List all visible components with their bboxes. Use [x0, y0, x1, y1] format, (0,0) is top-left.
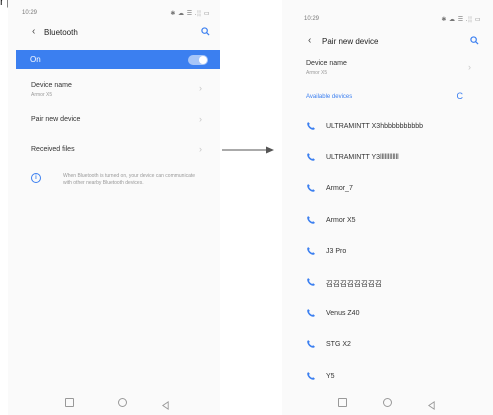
received-files-label: Received files [31, 146, 75, 153]
back-nav-icon[interactable] [427, 397, 436, 410]
recents-icon[interactable] [338, 398, 347, 407]
back-icon[interactable]: ‹ [308, 35, 311, 46]
search-icon[interactable] [470, 36, 479, 47]
status-bar: 10:29 ✱ ☁ ☰ .░ ▭ [282, 10, 493, 23]
device-name-row[interactable]: Device name Armor X5 › [282, 58, 493, 82]
device-name: Venus Z40 [326, 310, 360, 318]
back-icon[interactable]: ‹ [32, 26, 35, 37]
phone-icon [306, 183, 316, 193]
device-name-value: Armor X5 [31, 92, 53, 98]
device-name: Y5 [326, 372, 335, 380]
toggle-label: On [30, 55, 41, 64]
device-name-label: Device name [306, 60, 347, 67]
device-name: Armor_7 [326, 185, 353, 193]
phone-icon [306, 246, 316, 256]
status-icons: ✱ ☁ ☰ .░ ▭ [441, 17, 481, 23]
search-icon[interactable] [201, 27, 210, 38]
device-name: Armor X5 [326, 216, 356, 224]
page-title: Bluetooth [44, 28, 78, 37]
chevron-right-icon: › [199, 144, 202, 154]
device-name: ULTRAMINTT X3hbbbbbbbbbb [326, 123, 424, 130]
bluetooth-settings-screen: 10:29 ✱ ☁ ☰ .░ ▭ ‹ Bluetooth On Device n… [8, 0, 220, 415]
chevron-right-icon: › [199, 114, 202, 124]
pair-new-device-row[interactable]: Pair new device › [8, 114, 220, 128]
phone-icon [306, 215, 316, 225]
status-time: 10:29 [304, 16, 320, 22]
flow-arrow-icon [222, 146, 274, 154]
navigation-bar [282, 398, 493, 410]
navigation-bar [8, 398, 220, 410]
info-text: When Bluetooth is turned on, your device… [63, 173, 196, 186]
device-name: STG X2 [326, 341, 351, 349]
status-bar: 10:29 ✱ ☁ ☰ .░ ▭ [8, 10, 220, 20]
available-devices-heading: Available devices [306, 94, 353, 100]
phone-icon [306, 308, 316, 318]
phone-icon [306, 152, 316, 162]
status-time: 10:29 [22, 10, 38, 16]
device-name: ULTRAMINTT Y3llllllllllll [326, 154, 399, 162]
bluetooth-toggle-row[interactable]: On [16, 50, 220, 69]
bluetooth-switch[interactable] [188, 55, 208, 65]
page-title: Pair new device [322, 37, 379, 46]
phone-icon [306, 371, 316, 381]
status-icons: ✱ ☁ ☰ .░ ▭ [170, 11, 210, 17]
device-name: 召召召召召召召召 [326, 281, 382, 288]
chevron-right-icon: › [468, 62, 471, 72]
recents-icon[interactable] [65, 398, 74, 407]
device-name-row[interactable]: Device name Armor X5 › [8, 80, 220, 104]
chevron-right-icon: › [199, 83, 202, 93]
pair-new-device-label: Pair new device [31, 116, 81, 123]
app-bar: ‹ Pair new device [282, 35, 493, 52]
back-nav-icon[interactable] [161, 397, 170, 410]
info-icon: i [31, 173, 41, 183]
device-name: J3 Pro [326, 247, 347, 255]
bluetooth-info-note: i When Bluetooth is turned on, your devi… [31, 173, 206, 207]
switch-knob [199, 56, 207, 64]
pair-new-device-screen: 10:29 ✱ ☁ ☰ .░ ▭ ‹ Pair new device Devic… [282, 0, 493, 415]
home-icon[interactable] [383, 398, 392, 407]
refresh-icon[interactable]: C [457, 91, 464, 101]
phone-icon [306, 339, 316, 349]
phone-icon [306, 121, 316, 131]
received-files-row[interactable]: Received files › [8, 144, 220, 158]
app-bar: ‹ Bluetooth [8, 26, 220, 43]
home-icon[interactable] [118, 398, 127, 407]
device-name-label: Device name [31, 82, 72, 89]
device-name-value: Armor X5 [306, 70, 328, 76]
phone-icon [306, 277, 316, 287]
